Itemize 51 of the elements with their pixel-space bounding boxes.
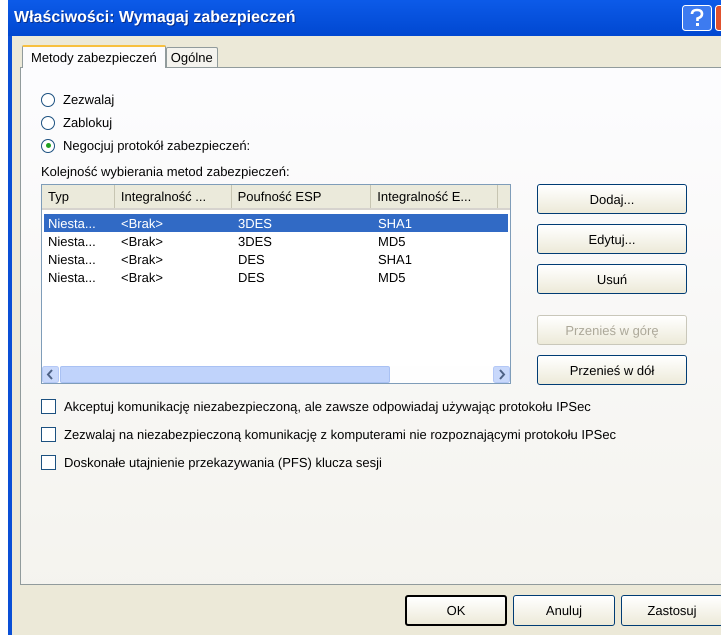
column-header[interactable]: Integralność ... <box>114 185 232 208</box>
scroll-right-icon[interactable] <box>493 366 510 383</box>
column-header[interactable]: Integralność E... <box>371 185 498 208</box>
table-cell-text: <Brak> <box>120 216 164 230</box>
table-row[interactable]: Niesta... <Brak> DES MD5 <box>44 268 508 286</box>
checkbox[interactable] <box>41 455 56 470</box>
table-cell-text: SHA1 <box>377 252 413 266</box>
side-button[interactable]: Edytuj... <box>537 224 687 254</box>
table-cell-text: Niesta... <box>47 270 97 284</box>
side-button[interactable]: Przenieś w dół <box>537 355 687 385</box>
tab[interactable]: Ogólne <box>166 47 218 67</box>
checkbox-label: Zezwalaj na niezabezpieczoną komunikację z komputerami nie rozpoznającymi protokołu IPSec <box>64 427 616 442</box>
checkbox-label: Akceptuj komunikację niezabezpieczoną, ale zawsze odpowiadaj używając protokołu IPSec <box>64 399 591 414</box>
scrollbar-thumb[interactable] <box>60 366 390 383</box>
column-header[interactable]: Poufność ESP <box>232 185 372 208</box>
help-icon[interactable] <box>682 5 712 31</box>
checkbox-label: Doskonałe utajnienie przekazywania (PFS) klucza sesji <box>64 455 382 470</box>
radio-label: Zezwalaj <box>63 92 114 107</box>
checkbox[interactable] <box>41 399 56 414</box>
side-button[interactable]: Usuń <box>537 264 687 294</box>
dialog-button[interactable]: OK <box>405 595 507 626</box>
table-cell-text: Niesta... <box>47 216 97 230</box>
table-cell-text: <Brak> <box>120 270 164 284</box>
checkbox[interactable] <box>41 427 56 442</box>
table-cell-text: SHA1 <box>377 216 413 230</box>
table-cell-text: <Brak> <box>120 234 164 248</box>
radio-button[interactable] <box>41 116 55 130</box>
table-row[interactable]: Niesta... <Brak> DES SHA1 <box>44 250 508 268</box>
table-cell-text: 3DES <box>237 216 273 230</box>
tab[interactable]: Metody zabezpieczeń <box>22 45 166 68</box>
table-row[interactable]: Niesta... <Brak> 3DES SHA1 <box>44 214 508 232</box>
radio-button[interactable] <box>41 138 55 152</box>
window-title: Właściwości: Wymagaj zabezpieczeń <box>14 9 297 27</box>
dialog-button[interactable]: Zastosuj <box>621 595 721 626</box>
table-cell-text: Niesta... <box>47 234 97 248</box>
table-cell-text: <Brak> <box>120 252 164 266</box>
dialog-button[interactable]: Anuluj <box>513 595 615 626</box>
list-label: Kolejność wybierania metod zabezpieczeń: <box>41 164 291 181</box>
radio-button[interactable] <box>41 92 55 106</box>
scroll-left-icon[interactable] <box>42 366 59 383</box>
radio-label: Negocjuj protokół zabezpieczeń: <box>63 138 250 153</box>
table-cell-text: MD5 <box>377 270 406 284</box>
side-button[interactable]: Dodaj... <box>537 184 687 214</box>
table-cell-text: Niesta... <box>47 252 97 266</box>
table-row[interactable]: Niesta... <Brak> 3DES MD5 <box>44 232 508 250</box>
table-cell-text: DES <box>237 252 266 266</box>
radio-label: Zablokuj <box>63 115 112 130</box>
table-cell-text: 3DES <box>237 234 273 248</box>
table-cell-text: DES <box>237 270 266 284</box>
table-cell-text: MD5 <box>377 234 406 248</box>
column-header[interactable]: Typ <box>42 185 115 208</box>
